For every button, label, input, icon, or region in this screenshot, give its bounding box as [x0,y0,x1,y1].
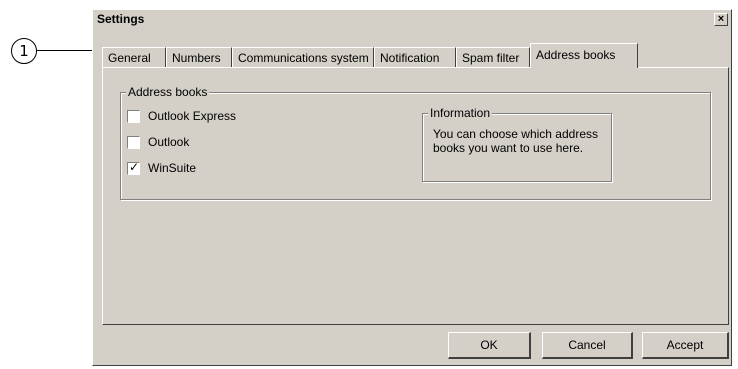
callout-label: 1 [19,42,29,60]
title-bar: Settings × [93,10,731,29]
checkbox-label: Outlook [148,135,190,149]
checkbox-label: Outlook Express [148,109,237,123]
address-books-legend: Address books [126,85,210,99]
ok-button[interactable]: OK [448,332,531,359]
accept-button-label: Accept [666,338,704,352]
close-button[interactable]: × [714,13,728,26]
tab-label: Spam filter [462,51,520,65]
tab-communications-system[interactable]: Communications system [232,47,374,67]
tab-numbers[interactable]: Numbers [166,47,232,67]
callout-leader-line [37,50,95,51]
tab-address-books[interactable]: Address books [530,43,638,68]
tab-label: Numbers [172,51,221,65]
checkbox-winsuite[interactable]: ✓ WinSuite [127,159,197,175]
information-text: You can choose which address books you w… [433,127,598,155]
checkbox-box[interactable] [127,109,140,123]
information-groupbox: Information You can choose which address… [422,106,612,182]
checkbox-label: WinSuite [148,161,197,175]
checkbox-box[interactable]: ✓ [127,159,140,175]
settings-dialog: Settings × General Numbers Communication… [92,9,732,366]
tab-label: Communications system [238,51,369,65]
cancel-button[interactable]: Cancel [542,332,633,359]
address-books-groupbox: Address books Outlook Express Outlook ✓ … [120,85,711,200]
checkmark-icon: ✓ [129,159,140,174]
accept-button[interactable]: Accept [642,332,729,359]
cancel-button-label: Cancel [568,338,606,352]
checkbox-outlook[interactable]: Outlook [127,135,189,149]
window-title: Settings [97,12,145,26]
close-icon: × [717,13,725,25]
information-legend: Information [428,106,493,120]
tab-label: Notification [380,51,440,65]
callout-number: 1 [11,38,37,64]
tab-notification[interactable]: Notification [374,47,456,67]
checkbox-box[interactable] [127,135,140,149]
tab-general[interactable]: General [102,47,166,67]
tab-spam-filter[interactable]: Spam filter [456,47,530,67]
tab-label: Address books [536,48,616,62]
checkbox-outlook-express[interactable]: Outlook Express [127,109,236,123]
ok-button-label: OK [480,338,498,352]
tab-panel-address-books: Address books Outlook Express Outlook ✓ … [102,67,729,325]
tab-label: General [108,51,151,65]
